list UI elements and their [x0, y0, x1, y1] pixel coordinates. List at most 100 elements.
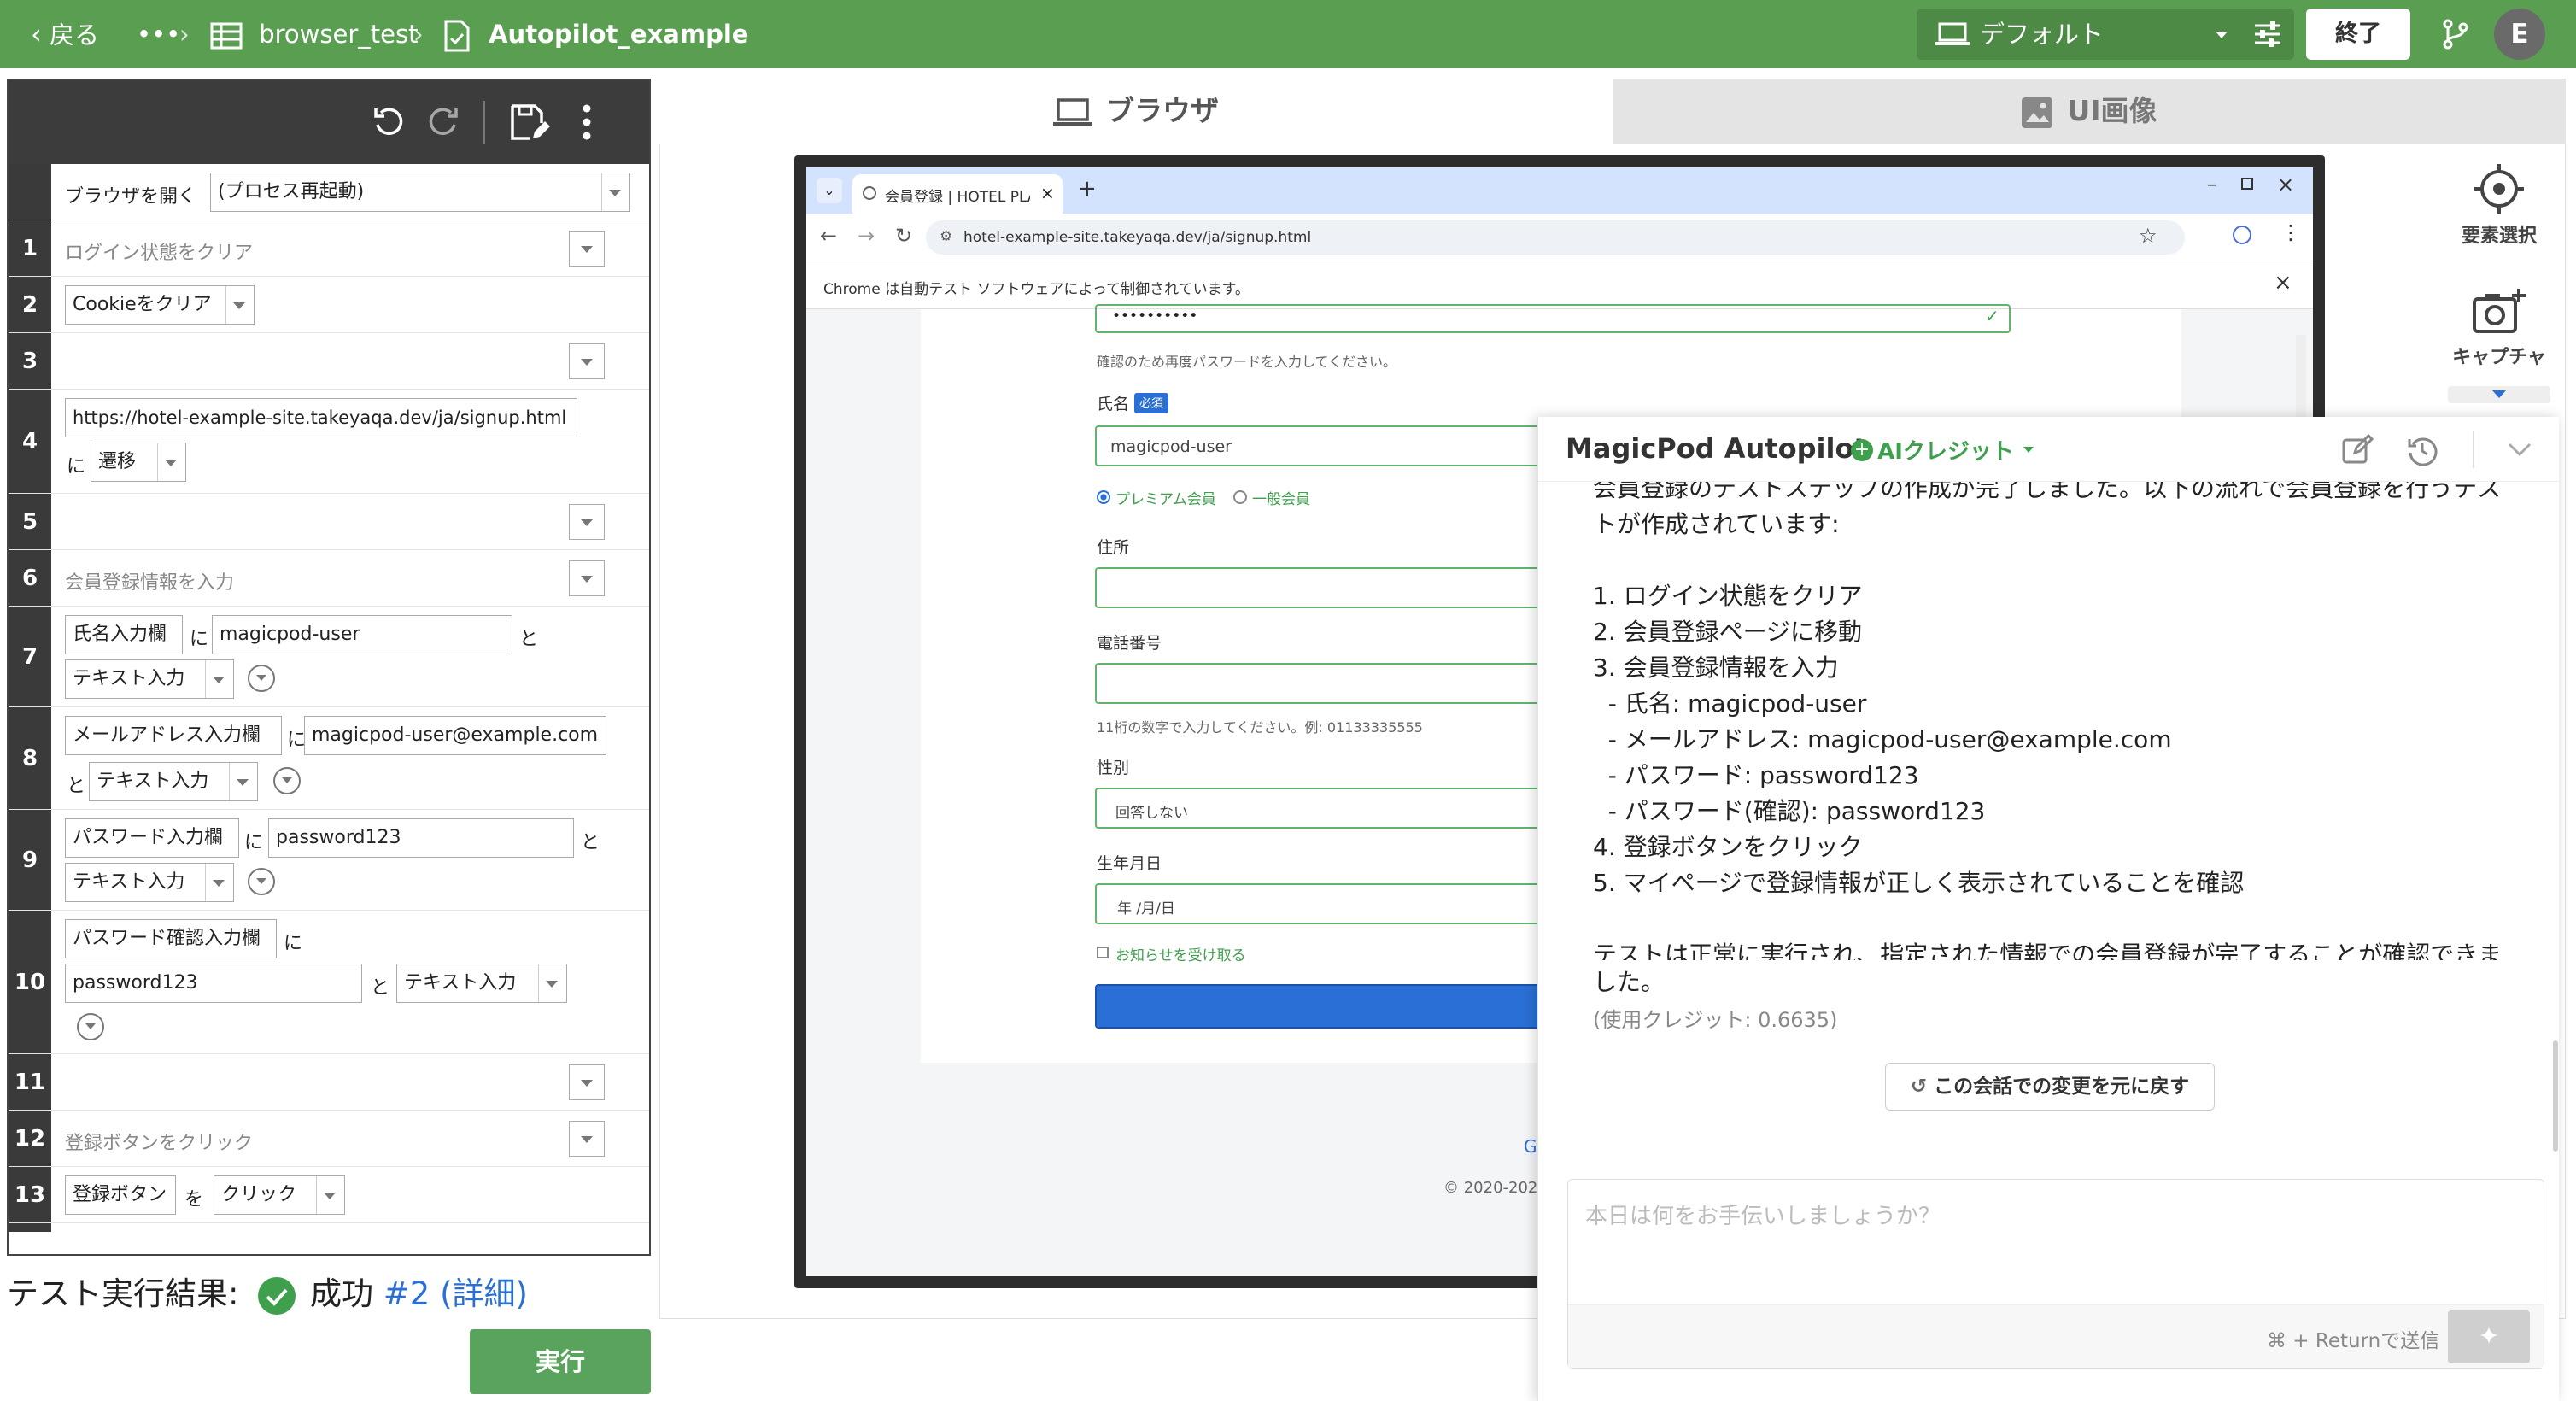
expand-options-icon[interactable]: [248, 665, 275, 692]
step-row[interactable]: 2 Cookieをクリア: [9, 277, 649, 333]
text-value-input[interactable]: password123: [268, 818, 574, 858]
expand-options-icon[interactable]: [248, 868, 275, 895]
notify-checkbox[interactable]: [1097, 947, 1109, 958]
action-select[interactable]: クリック: [214, 1175, 345, 1215]
undo-icon[interactable]: [367, 101, 410, 144]
chevron-left-icon: ‹: [31, 18, 42, 50]
command-select[interactable]: Cookieをクリア: [65, 285, 255, 325]
step-row[interactable]: ブラウザを開く (プロセス再起動): [9, 164, 649, 220]
chevron-down-icon[interactable]: [2507, 441, 2532, 458]
action-select[interactable]: テキスト入力: [65, 863, 234, 902]
element-chip[interactable]: メールアドレス入力欄: [65, 716, 282, 755]
step-number: 11: [9, 1054, 51, 1110]
branch-icon[interactable]: [2441, 19, 2470, 50]
premium-radio[interactable]: [1097, 490, 1110, 504]
step-number: 3: [9, 333, 51, 389]
tab-browser[interactable]: ブラウザ: [659, 79, 1613, 144]
step-row[interactable]: 12 登録ボタンをクリック: [9, 1111, 649, 1167]
profile-icon[interactable]: [2233, 226, 2251, 244]
close-window-icon[interactable]: ×: [2277, 173, 2294, 196]
run-button[interactable]: 実行: [470, 1329, 651, 1394]
revert-changes-button[interactable]: ↺ この会話での変更を元に戻す: [1885, 1063, 2215, 1111]
action-select[interactable]: テキスト入力: [65, 659, 234, 699]
tab-list-icon[interactable]: ⌄: [817, 178, 842, 203]
send-sparkle-icon[interactable]: ✦: [2448, 1310, 2530, 1363]
result-detail-link[interactable]: (詳細): [440, 1275, 528, 1312]
element-chip[interactable]: 氏名入力欄: [65, 615, 183, 654]
normal-radio[interactable]: [1233, 490, 1247, 504]
step-row[interactable]: 4 https://hotel-example-site.takeyaqa.de…: [9, 390, 649, 494]
step-menu-dropdown[interactable]: [569, 504, 605, 540]
end-button[interactable]: 終了: [2306, 9, 2410, 60]
element-chip[interactable]: 登録ボタン: [65, 1175, 176, 1215]
capture-tool[interactable]: キャプチャ: [2448, 287, 2550, 369]
minimize-icon[interactable]: –: [2207, 174, 2216, 196]
browser-tab[interactable]: 会員登録 | HOTEL PLANISPH ×: [852, 174, 1063, 214]
element-select-tool[interactable]: 要素選択: [2448, 162, 2550, 248]
element-chip[interactable]: パスワード確認入力欄: [65, 919, 277, 958]
step-menu-dropdown[interactable]: [569, 560, 605, 596]
action-select[interactable]: 遷移: [91, 443, 186, 482]
step-number: 7: [9, 607, 51, 706]
chat-scrollbar[interactable]: [2553, 1040, 2558, 1152]
restore-icon[interactable]: [2241, 178, 2253, 190]
edit-icon[interactable]: [2341, 434, 2374, 466]
capture-expand[interactable]: [2448, 386, 2550, 403]
step-number: 5: [9, 494, 51, 549]
step-row[interactable]: 3: [9, 333, 649, 390]
save-edit-icon[interactable]: [507, 101, 550, 144]
ai-credit-dropdown[interactable]: + AIクレジット: [1851, 434, 2034, 466]
close-tab-icon[interactable]: ×: [1040, 183, 1055, 203]
site-info-icon[interactable]: ⚙: [940, 228, 952, 245]
step-menu-dropdown[interactable]: [569, 1121, 605, 1157]
step-row[interactable]: 10 パスワード確認入力欄 に password123 と テキスト入力: [9, 911, 649, 1054]
step-row[interactable]: 7 氏名入力欄 に magicpod-user と テキスト入力: [9, 607, 649, 707]
step-menu-dropdown[interactable]: [569, 343, 605, 379]
avatar[interactable]: E: [2494, 9, 2545, 60]
step-row[interactable]: 13 登録ボタン を クリック: [9, 1167, 649, 1223]
action-select[interactable]: テキスト入力: [396, 964, 567, 1003]
text-value-input[interactable]: password123: [65, 964, 362, 1003]
text-value-input[interactable]: magicpod-user: [212, 615, 512, 654]
expand-options-icon[interactable]: [273, 767, 301, 794]
more-vertical-icon[interactable]: [565, 101, 608, 144]
step-number: [9, 164, 51, 220]
browser-menu-icon[interactable]: ⋮: [2280, 220, 2301, 244]
breadcrumb-test[interactable]: Autopilot_example: [442, 0, 748, 68]
breadcrumb-project[interactable]: browser_test: [210, 0, 418, 68]
tab-ui-image[interactable]: UI画像: [1613, 79, 2566, 144]
close-banner-icon[interactable]: ×: [2274, 270, 2292, 296]
step-row[interactable]: 6 会員登録情報を入力: [9, 550, 649, 607]
step-row[interactable]: 11: [9, 1054, 649, 1111]
action-select[interactable]: テキスト入力: [89, 762, 258, 801]
step-row[interactable]: 5: [9, 494, 649, 550]
element-chip[interactable]: パスワード入力欄: [65, 818, 239, 858]
reload-icon[interactable]: ↻: [895, 224, 912, 248]
password-confirm-input[interactable]: •••••••••• ✓: [1095, 304, 2011, 333]
step-row[interactable]: 1 ログイン状態をクリア: [9, 220, 649, 277]
expand-options-icon[interactable]: [77, 1013, 104, 1040]
step-row[interactable]: 8 メールアドレス入力欄 に magicpod-user@example.com…: [9, 707, 649, 810]
process-option-select[interactable]: (プロセス再起動): [210, 173, 630, 212]
url-input[interactable]: https://hotel-example-site.takeyaqa.dev/…: [65, 398, 577, 437]
settings-sliders-icon[interactable]: [2253, 21, 2282, 48]
back-button[interactable]: ‹ 戻る: [31, 0, 99, 68]
address-bar[interactable]: ⚙ hotel-example-site.takeyaqa.dev/ja/sig…: [926, 220, 2185, 255]
step-menu-dropdown[interactable]: [569, 1064, 605, 1100]
history-icon[interactable]: [2406, 434, 2438, 466]
globe-icon: [863, 186, 876, 200]
chat-input[interactable]: 本日は何をお手伝いしましょうか？: [1585, 1199, 1941, 1230]
device-select[interactable]: デフォルト: [1917, 9, 2294, 60]
run-number-link[interactable]: #2: [383, 1275, 430, 1312]
text-value-input[interactable]: magicpod-user@example.com: [304, 716, 606, 755]
redo-icon[interactable]: [422, 101, 465, 144]
new-tab-icon[interactable]: +: [1078, 176, 1097, 202]
github-link[interactable]: G: [1524, 1136, 1537, 1157]
back-arrow-icon[interactable]: ←: [820, 224, 837, 248]
step-menu-dropdown[interactable]: [569, 231, 605, 267]
table-icon: [210, 22, 243, 50]
step-row[interactable]: 9 パスワード入力欄 に password123 と テキスト入力: [9, 810, 649, 911]
forward-arrow-icon[interactable]: →: [858, 224, 875, 248]
bookmark-star-icon[interactable]: ☆: [2139, 224, 2157, 248]
breadcrumb-more[interactable]: •••: [137, 0, 180, 68]
